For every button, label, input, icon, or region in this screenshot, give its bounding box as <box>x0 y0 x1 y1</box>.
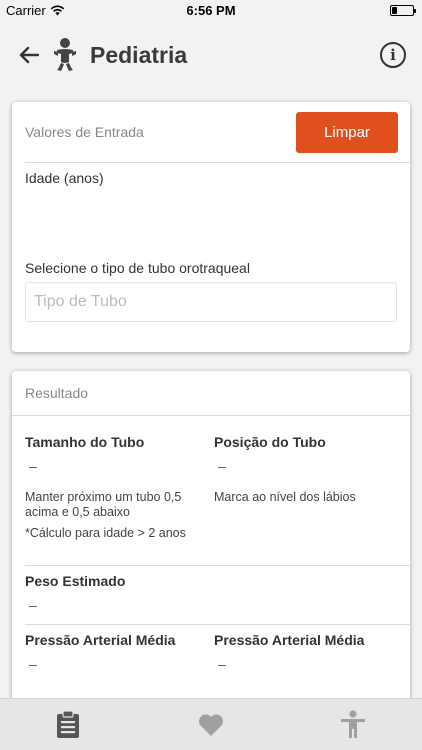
divider <box>25 162 410 163</box>
heart-icon <box>198 714 224 736</box>
tube-size-note-1: Manter próximo um tubo 0,5 <box>25 490 182 504</box>
tube-type-placeholder: Tipo de Tubo <box>34 293 127 310</box>
back-button[interactable] <box>14 40 44 70</box>
clear-button[interactable]: Limpar <box>296 112 398 153</box>
tube-size-value: – <box>29 458 37 474</box>
baby-icon <box>54 38 76 71</box>
tube-size-note-2: acima e 0,5 abaixo <box>25 505 130 519</box>
tab-accessibility[interactable] <box>338 709 368 741</box>
navigation-bar: Pediatria i <box>0 22 422 88</box>
status-bar: Carrier 6:56 PM <box>0 0 422 22</box>
input-card: Valores de Entrada Limpar Idade (anos) S… <box>12 102 410 352</box>
input-section-header: Valores de Entrada <box>25 124 144 140</box>
battery-level <box>392 7 397 14</box>
tube-type-select[interactable]: Tipo de Tubo <box>25 282 397 322</box>
info-button[interactable]: i <box>380 42 406 68</box>
tab-bar <box>0 698 422 750</box>
battery-icon <box>390 5 416 16</box>
divider <box>25 624 410 625</box>
result-card: Resultado Tamanho do Tubo – Manter próxi… <box>12 371 410 698</box>
tube-size-age-note: *Cálculo para idade > 2 anos <box>25 526 186 540</box>
age-input[interactable] <box>25 190 397 240</box>
tab-favorites[interactable] <box>196 709 226 741</box>
estimated-weight-value: – <box>29 597 37 613</box>
divider <box>12 415 410 416</box>
arrow-left-icon <box>19 46 39 64</box>
estimated-weight-label: Peso Estimado <box>25 573 126 589</box>
age-label: Idade (anos) <box>25 170 104 186</box>
mean-arterial-pressure-label-2: Pressão Arterial Média <box>214 632 365 648</box>
tab-calculator[interactable] <box>53 709 83 741</box>
divider <box>25 565 410 566</box>
tube-size-label: Tamanho do Tubo <box>25 434 145 450</box>
result-section-header: Resultado <box>25 385 89 401</box>
person-icon <box>341 710 365 738</box>
tube-type-label: Selecione o tipo de tubo orotraqueal <box>25 260 250 276</box>
tube-position-label: Posição do Tubo <box>214 434 326 450</box>
main-content[interactable]: Valores de Entrada Limpar Idade (anos) S… <box>0 88 422 698</box>
page-title: Pediatria <box>90 42 188 68</box>
clock: 6:56 PM <box>186 3 236 18</box>
mean-arterial-pressure-value-2: – <box>218 656 226 672</box>
tube-position-note: Marca ao nível dos lábios <box>214 490 356 504</box>
clipboard-icon <box>57 711 79 738</box>
tube-position-value: – <box>218 458 226 474</box>
mean-arterial-pressure-label: Pressão Arterial Média <box>25 632 176 648</box>
info-icon: i <box>390 46 396 64</box>
mean-arterial-pressure-value: – <box>29 656 37 672</box>
